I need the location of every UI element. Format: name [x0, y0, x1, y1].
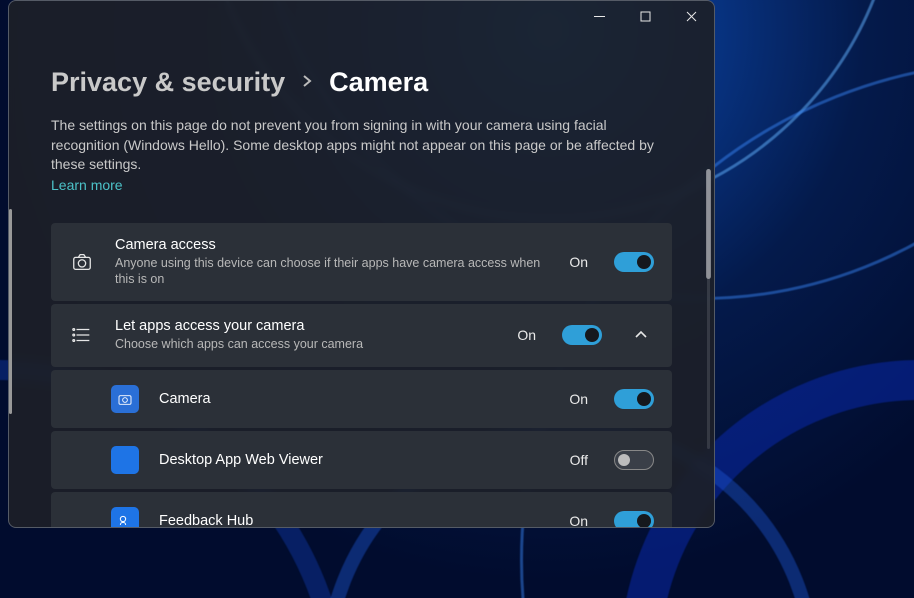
page-description: The settings on this page do not prevent… [51, 116, 672, 175]
app-icon-camera [111, 385, 139, 413]
list-icon [69, 324, 95, 346]
let-apps-toggle[interactable] [562, 325, 602, 345]
app-name: Camera [159, 391, 542, 407]
minimize-button[interactable] [576, 1, 622, 31]
app-row-camera[interactable]: Camera On [51, 370, 672, 428]
chevron-right-icon [301, 74, 313, 92]
app-toggle-camera[interactable] [614, 389, 654, 409]
app-row-desktop-web-viewer[interactable]: Desktop App Web Viewer Off [51, 431, 672, 489]
content-area: Privacy & security Camera The settings o… [9, 41, 714, 527]
setting-subtitle: Choose which apps can access your camera [115, 336, 490, 352]
app-toggle-desktop-web-viewer[interactable] [614, 450, 654, 470]
setting-camera-access[interactable]: Camera access Anyone using this device c… [51, 223, 672, 302]
settings-panel: Camera access Anyone using this device c… [51, 223, 672, 527]
toggle-state-label: On [562, 391, 588, 407]
camera-icon [69, 251, 95, 273]
scrollbar-thumb[interactable] [706, 169, 711, 279]
toggle-state-label: On [562, 254, 588, 270]
toggle-state-label: On [510, 327, 536, 343]
setting-title: Camera access [115, 237, 542, 253]
maximize-button[interactable] [622, 1, 668, 31]
app-icon-desktop-web-viewer [111, 446, 139, 474]
setting-title: Let apps access your camera [115, 318, 490, 334]
breadcrumb: Privacy & security Camera [51, 67, 672, 98]
page-title: Camera [329, 67, 428, 98]
toggle-state-label: On [562, 513, 588, 527]
setting-let-apps-access[interactable]: Let apps access your camera Choose which… [51, 304, 672, 366]
app-icon-feedback-hub [111, 507, 139, 527]
titlebar [9, 1, 714, 41]
app-row-feedback-hub[interactable]: Feedback Hub On [51, 492, 672, 527]
breadcrumb-parent[interactable]: Privacy & security [51, 67, 285, 98]
camera-access-toggle[interactable] [614, 252, 654, 272]
setting-subtitle: Anyone using this device can choose if t… [115, 255, 542, 288]
scrollbar[interactable] [707, 169, 710, 449]
app-name: Desktop App Web Viewer [159, 452, 542, 468]
app-toggle-feedback-hub[interactable] [614, 511, 654, 527]
collapse-button[interactable] [628, 328, 654, 342]
toggle-state-label: Off [562, 452, 588, 468]
app-name: Feedback Hub [159, 513, 542, 527]
settings-window: Privacy & security Camera The settings o… [8, 0, 715, 528]
learn-more-link[interactable]: Learn more [51, 177, 123, 193]
close-button[interactable] [668, 1, 714, 31]
